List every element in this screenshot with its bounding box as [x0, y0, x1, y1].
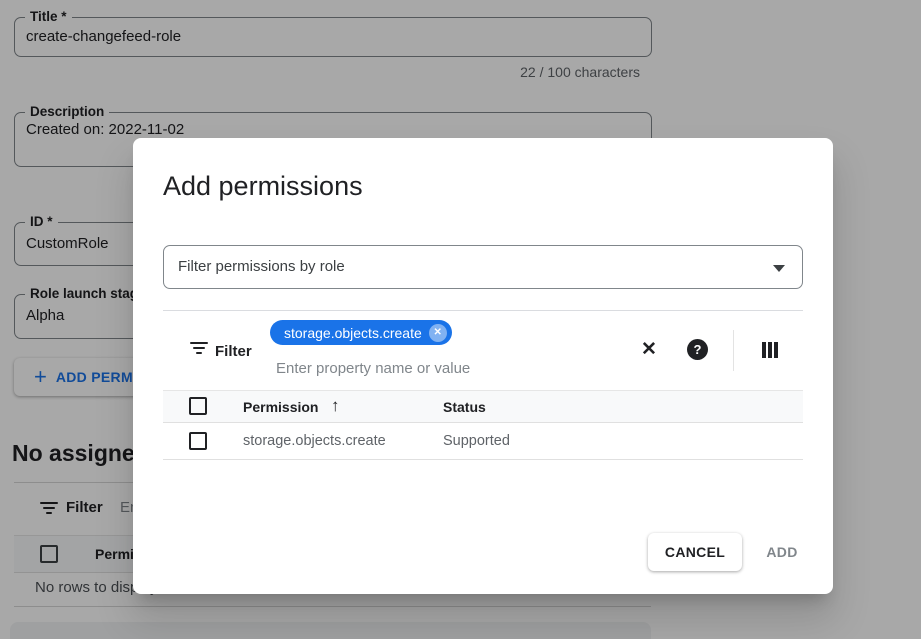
screen: Title * create-changefeed-role 22 / 100 …	[0, 0, 921, 639]
select-all-checkbox[interactable]	[189, 397, 207, 415]
cancel-button[interactable]: CANCEL	[648, 533, 742, 571]
permission-cell: storage.objects.create	[243, 433, 386, 449]
permission-column-header[interactable]: Permission	[243, 399, 318, 415]
status-cell: Supported	[443, 433, 510, 449]
column-display-icon[interactable]	[762, 342, 778, 358]
role-dropdown-value: Filter permissions by role	[178, 258, 345, 275]
table-row[interactable]: storage.objects.create Supported	[163, 423, 803, 460]
permissions-table-card: Filter storage.objects.create ✕ Enter pr…	[163, 310, 803, 460]
filter-by-role-dropdown[interactable]: Filter permissions by role	[163, 245, 803, 289]
filter-icon	[190, 342, 208, 356]
table-filter-bar[interactable]: Filter storage.objects.create ✕ Enter pr…	[163, 311, 803, 390]
add-button[interactable]: ADD	[737, 533, 827, 571]
chip-close-icon[interactable]: ✕	[429, 324, 447, 342]
divider	[733, 330, 734, 371]
filter-input-placeholder[interactable]: Enter property name or value	[276, 360, 470, 377]
status-column-header[interactable]: Status	[443, 399, 486, 415]
row-checkbox[interactable]	[189, 432, 207, 450]
sort-ascending-icon[interactable]: ↑	[331, 396, 340, 416]
add-permissions-dialog: Add permissions Filter permissions by ro…	[133, 138, 833, 594]
arrow-drop-down-icon	[773, 265, 785, 272]
help-icon[interactable]: ?	[687, 339, 708, 360]
table-header-row: Permission ↑ Status	[163, 390, 803, 423]
filter-chip[interactable]: storage.objects.create ✕	[270, 320, 452, 345]
dialog-title: Add permissions	[163, 171, 363, 202]
clear-filter-icon[interactable]: ✕	[636, 337, 662, 363]
filter-label: Filter	[215, 343, 252, 360]
filter-chip-label: storage.objects.create	[284, 325, 422, 341]
